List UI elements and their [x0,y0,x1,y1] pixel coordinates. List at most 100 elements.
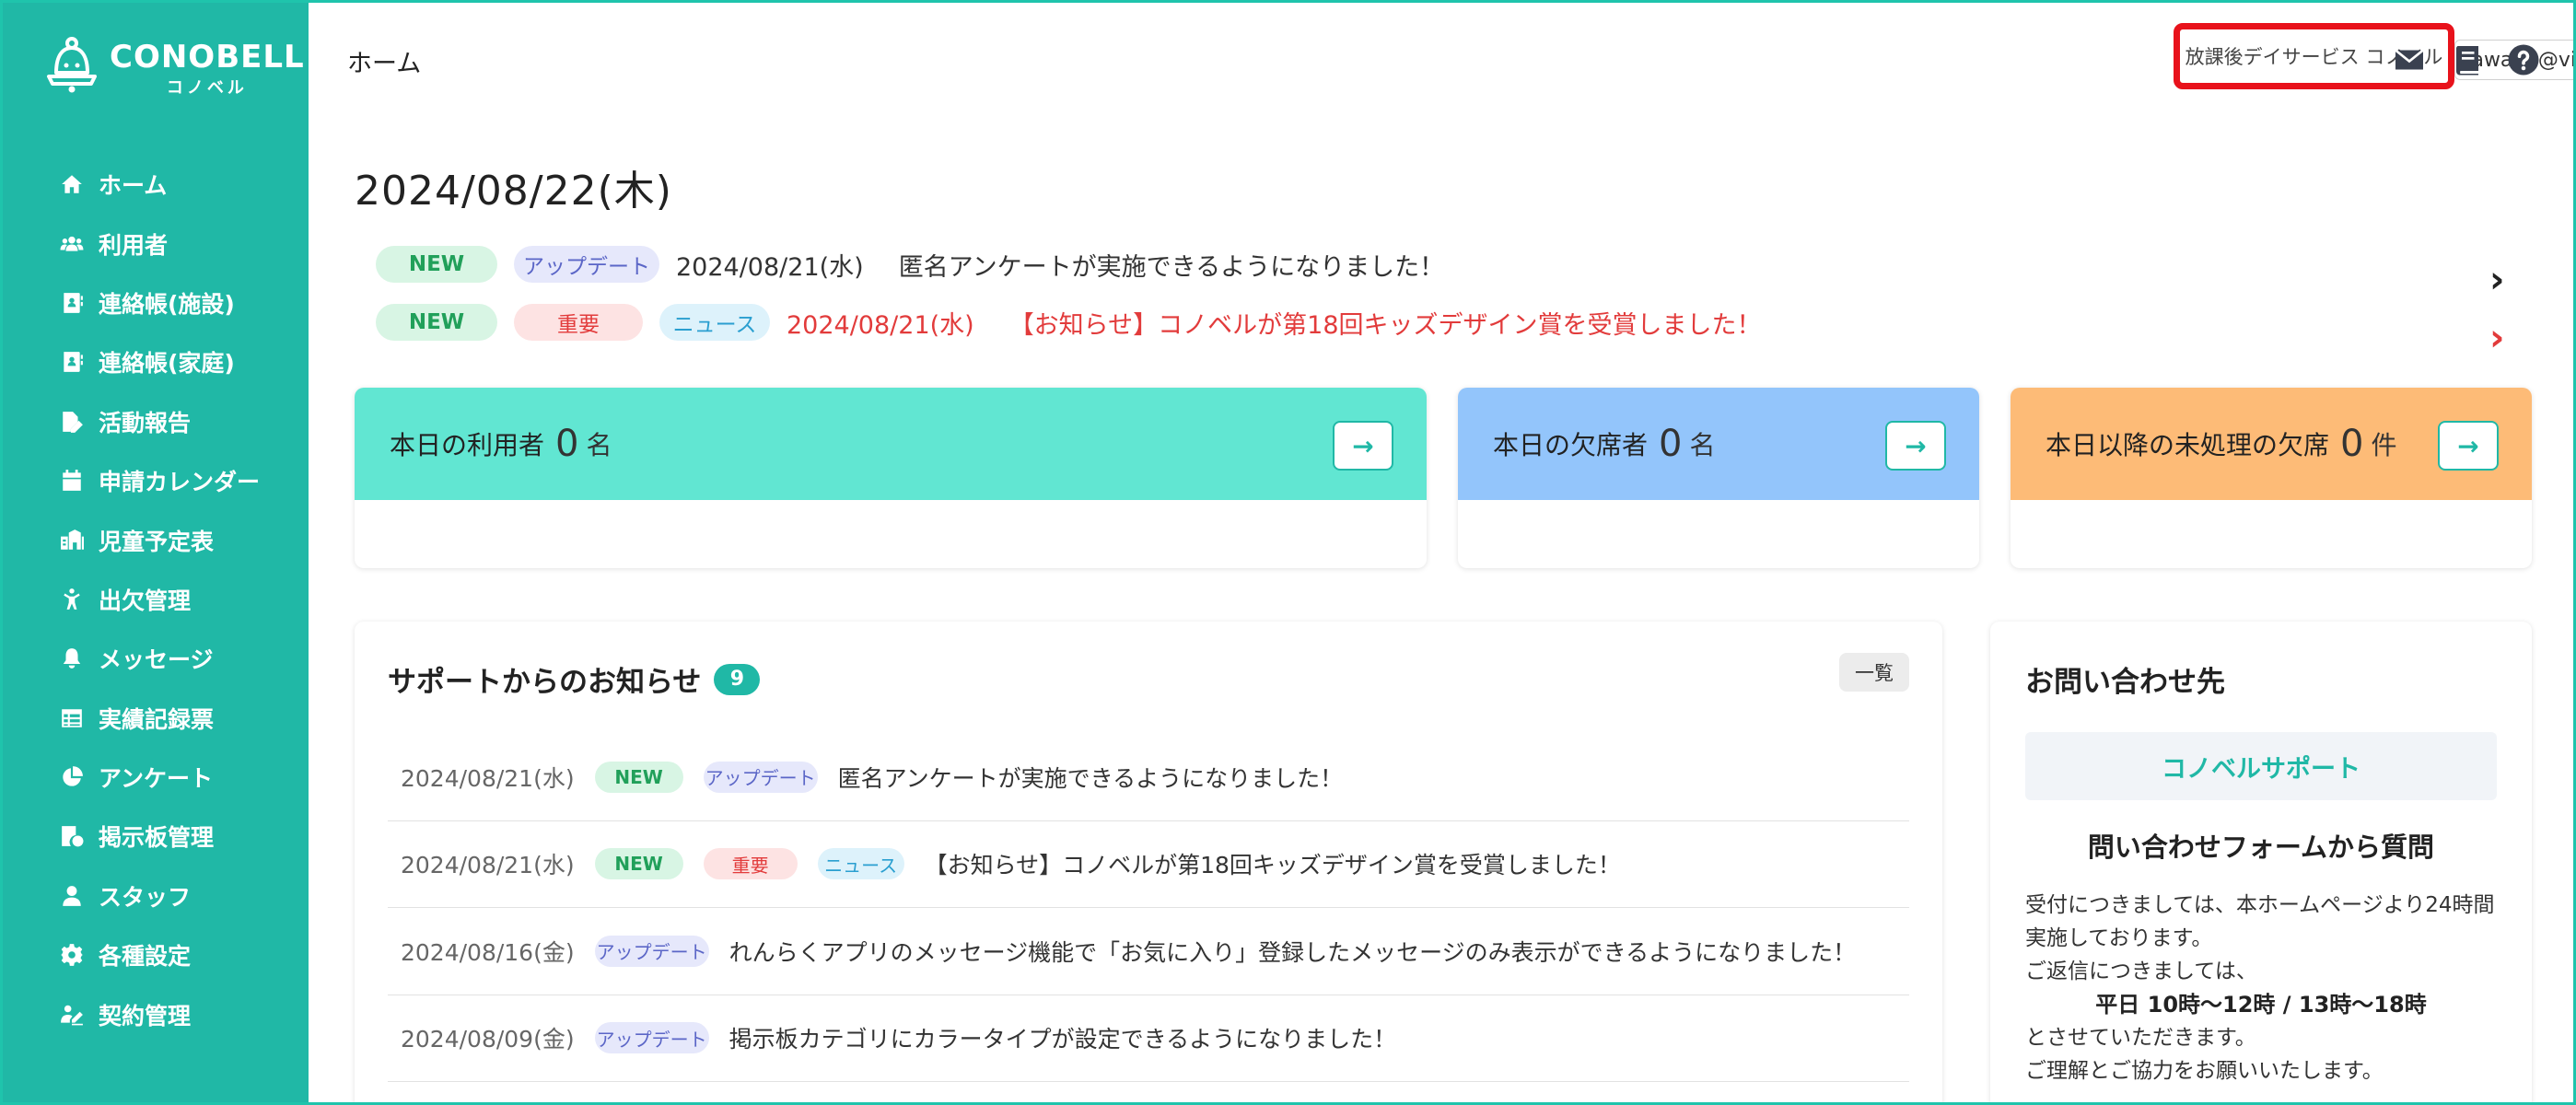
home-icon [58,170,86,198]
sidebar-item-label: スタッフ [99,883,192,911]
contact-line: ご理解とご協力をお願いいたします。 [2025,1059,2384,1083]
notice-row[interactable]: 2024/08/16(金) アップデート れんらくアプリのメッセージ機能で「お気… [388,908,1909,995]
users-icon [58,230,86,258]
news-badge: ニュース [659,304,770,341]
book-icon[interactable] [2450,43,2485,76]
contact-info: 受付につきましては、本ホームページより24時間実施しております。 ご返信につきま… [2025,889,2497,1088]
staff-icon [58,882,86,910]
sidebar-item-label: 連絡帳(家庭) [99,350,235,378]
sidebar-item-label: 申請カレンダー [99,469,261,496]
sidebar-item-label: 契約管理 [99,1002,192,1029]
card-value: 0 [2340,423,2364,465]
app-frame: CONOBELL コノベル ホーム 利用者 連絡帳(施設) 連絡帳(家庭) 活動… [0,0,2576,1105]
support-link[interactable]: コノベルサポート [2025,732,2497,800]
sidebar-item-label: 実績記録票 [99,705,215,733]
view-all-button[interactable]: 一覧 [1839,653,1909,692]
board-icon [58,822,86,850]
business-hours: 平日 10時〜12時 / 13時〜18時 [2095,992,2427,1018]
today-date: 2024/08/22(木) [355,168,672,215]
card-label: 本日の欠席者 [1493,430,1649,460]
contact-panel: お問い合わせ先 コノベルサポート 問い合わせフォームから質問 受付につきましては… [1990,622,2532,1102]
table-icon [58,704,86,732]
today-absent-card: 本日の欠席者 0 名 → [1458,388,1979,568]
card-label: 本日以降の未処理の欠席 [2046,430,2330,460]
news-date: 2024/08/21(水) [787,310,974,340]
sidebar-item-calendar[interactable]: 申請カレンダー [3,451,309,510]
card-label: 本日の利用者 [390,430,545,460]
brand-sub: コノベル [166,78,248,98]
contract-icon [58,1001,86,1029]
sidebar-item-attendance[interactable]: 出欠管理 [3,570,309,629]
contact-line: ご返信につきましては、 [2025,960,2257,983]
sidebar-item-label: 出欠管理 [99,587,192,614]
news-item[interactable]: NEW アップデート 2024/08/21(水) 匿名アンケートが実施できるよう… [376,244,1444,285]
notice-date: 2024/08/21(水) [401,764,575,792]
sidebar-item-label: 活動報告 [99,409,192,436]
sidebar-item-label: 掲示板管理 [99,824,215,852]
contact-book-icon [58,289,86,317]
sidebar-item-label: 連絡帳(施設) [99,290,235,318]
sidebar-item-contact-home[interactable]: 連絡帳(家庭) [3,332,309,391]
news-text: 匿名アンケートが実施できるようになりました！ [898,252,1445,282]
sidebar-item-label: 利用者 [99,231,169,259]
arrow-right-button[interactable]: → [1885,421,1946,471]
pending-absence-card: 本日以降の未処理の欠席 0 件 → [2011,388,2532,568]
sidebar-item-label: アンケート [99,765,214,793]
report-icon [58,408,86,436]
important-badge: 重要 [703,848,798,880]
chevron-right-icon[interactable]: › [2489,259,2504,301]
bell-icon [58,645,86,672]
sidebar-item-label: 各種設定 [99,943,192,971]
sidebar-item-message[interactable]: メッセージ [3,629,309,688]
notice-date: 2024/08/09(金) [401,1026,575,1053]
logo[interactable]: CONOBELL コノベル [45,36,305,99]
notice-text: 掲示板カテゴリにカラータイプが設定できるようになりました！ [729,1026,1397,1053]
update-badge: アップデート [703,761,818,793]
sidebar-item-board[interactable]: 掲示板管理 [3,807,309,866]
sidebar-item-contract[interactable]: 契約管理 [3,984,309,1043]
notice-date: 2024/08/21(水) [401,852,575,879]
important-badge: 重要 [514,304,643,341]
new-badge: NEW [594,848,683,880]
attendance-icon [58,586,86,613]
breadcrumb: ホーム [347,50,422,78]
news-date: 2024/08/21(水) [676,252,864,282]
news-item[interactable]: NEW 重要 ニュース 2024/08/21(水) 【お知らせ】コノベルが第18… [376,302,1762,343]
contact-book-icon [58,348,86,376]
notice-text: れんらくアプリのメッセージ機能で「お気に入り」登録したメッセージのみ表示ができる… [729,938,1857,966]
today-users-card: 本日の利用者 0 名 → [355,388,1427,568]
sidebar-item-staff[interactable]: スタッフ [3,867,309,925]
sidebar-item-settings[interactable]: 各種設定 [3,925,309,984]
update-badge: アップデート [594,935,709,967]
notice-row[interactable]: 2024/08/21(水) NEW アップデート 匿名アンケートが実施できるよう… [388,734,1909,821]
mail-icon[interactable] [2392,43,2427,76]
contact-line: とさせていただきます。 [2025,1026,2256,1050]
notice-date: 2024/08/16(金) [401,938,575,966]
news-badge: ニュース [817,848,904,880]
arrow-right-button[interactable]: → [1333,421,1393,471]
card-value: 0 [1659,423,1683,465]
sidebar-item-users[interactable]: 利用者 [3,214,309,273]
new-badge: NEW [376,304,497,341]
arrow-right-button[interactable]: → [2438,421,2499,471]
new-badge: NEW [594,761,683,793]
chevron-right-icon[interactable]: › [2489,317,2504,359]
sidebar-item-label: ホーム [99,172,168,200]
sidebar-item-label: メッセージ [99,646,214,674]
sidebar-item-survey[interactable]: アンケート [3,748,309,807]
notice-row[interactable]: 2024/08/09(金) アップデート 掲示板カテゴリにカラータイプが設定でき… [388,995,1909,1082]
card-unit: 名 [1689,430,1716,460]
support-notices-panel: サポートからのお知らせ 9 一覧 2024/08/21(水) NEW アップデー… [355,622,1942,1102]
help-icon[interactable] [2506,43,2541,76]
sidebar-item-records[interactable]: 実績記録票 [3,689,309,748]
sidebar-nav: ホーム 利用者 連絡帳(施設) 連絡帳(家庭) 活動報告 申請カレンダー 児童予… [3,155,309,1044]
notice-row[interactable]: 2024/08/21(水) NEW 重要 ニュース 【お知らせ】コノベルが第18… [388,821,1909,908]
sidebar-item-contact-facility[interactable]: 連絡帳(施設) [3,273,309,332]
sidebar-item-activity-report[interactable]: 活動報告 [3,392,309,451]
panel-title: サポートからのお知らせ [388,666,702,699]
sidebar-item-home[interactable]: ホーム [3,155,309,214]
news-text: 【お知らせ】コノベルが第18回キッズデザイン賞を受賞しました！ [1008,310,1762,340]
notice-text: 匿名アンケートが実施できるようになりました！ [837,764,1344,792]
sidebar-item-child-schedule[interactable]: 児童予定表 [3,510,309,569]
calendar-icon [58,467,86,494]
